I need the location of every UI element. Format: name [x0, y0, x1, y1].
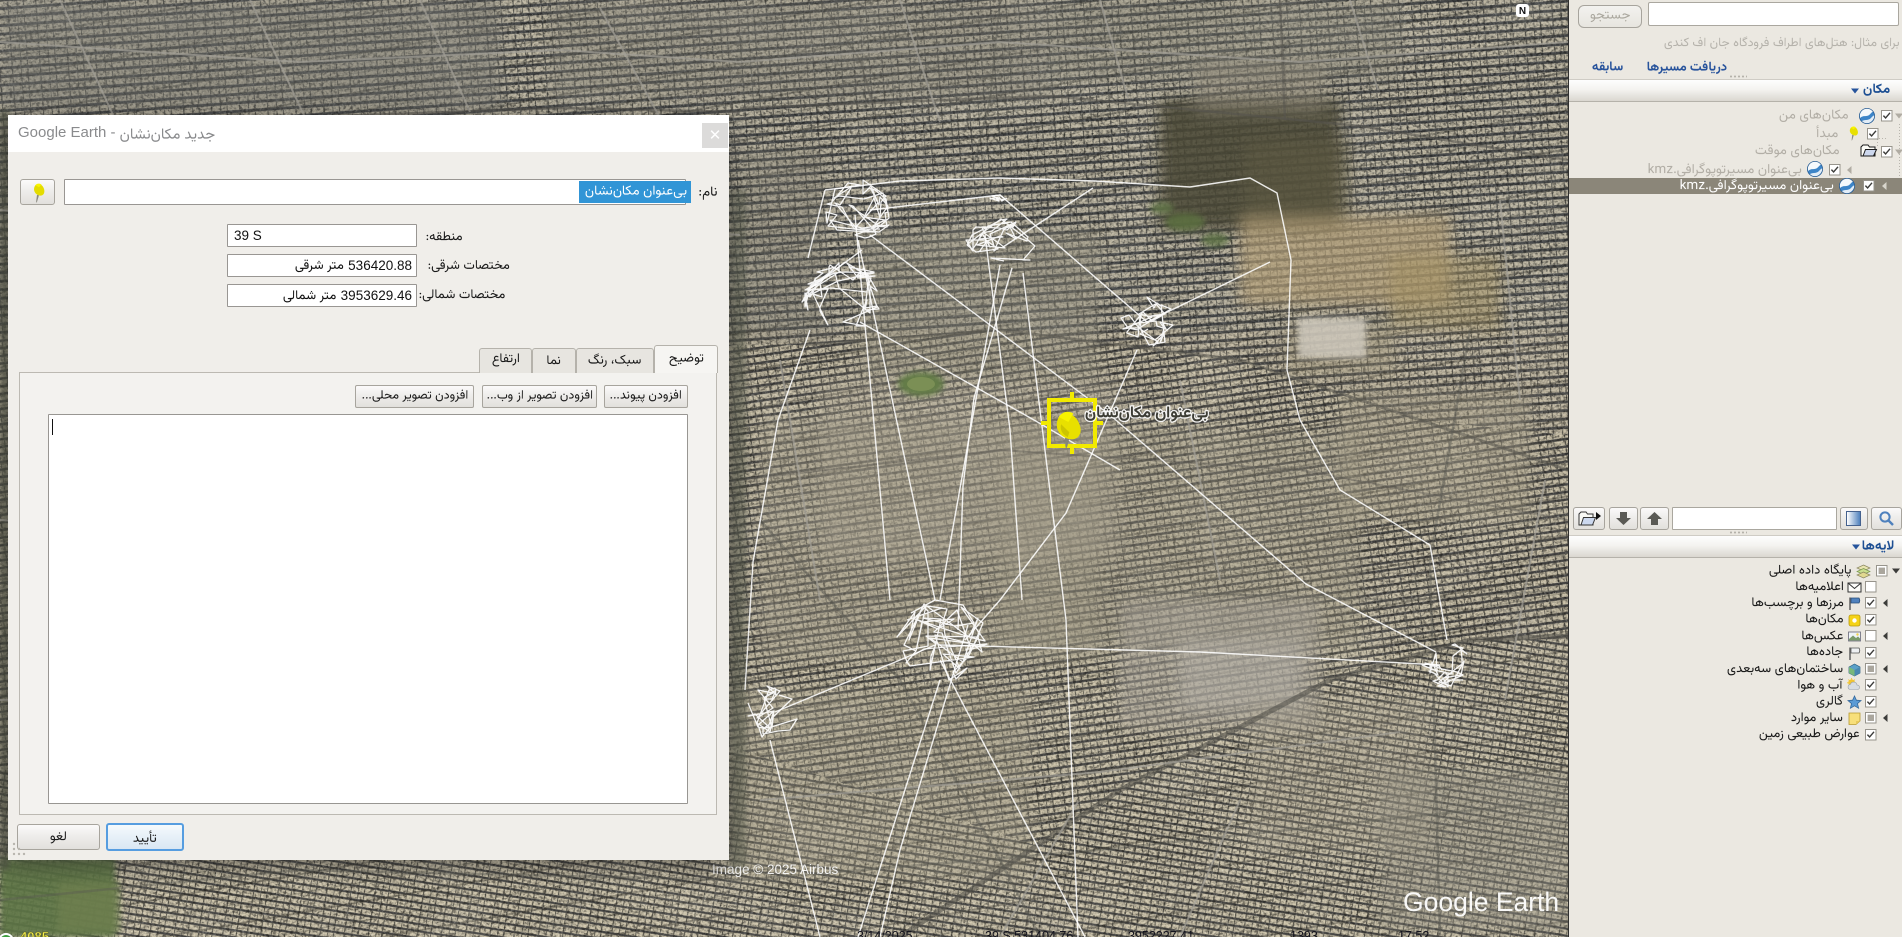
svg-text:1393: 1393	[1290, 929, 1318, 937]
svg-text:39 S 531404.76: 39 S 531404.76	[985, 929, 1073, 937]
svg-text:N: N	[1519, 6, 1526, 17]
svg-text:3952227.41: 3952227.41	[1128, 929, 1194, 937]
svg-text:Google Earth: Google Earth	[1403, 887, 1559, 917]
svg-text:3/14/2025: 3/14/2025	[857, 929, 913, 937]
svg-text:Image © 2025 Airbus: Image © 2025 Airbus	[712, 862, 839, 877]
svg-text:17.52: 17.52	[1398, 929, 1429, 937]
svg-text:4085: 4085	[20, 929, 49, 937]
